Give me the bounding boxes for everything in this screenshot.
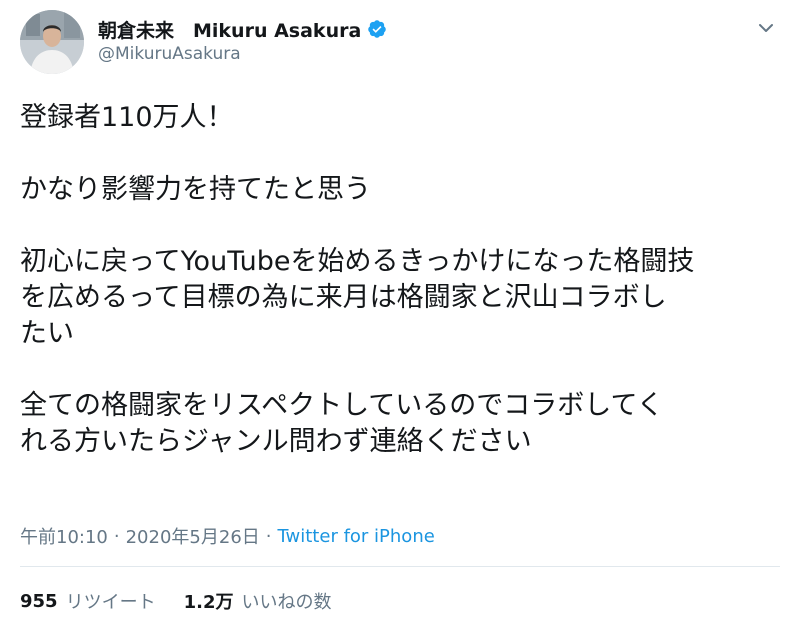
tweet-date[interactable]: 2020年5月26日	[126, 523, 260, 549]
likes-count: 1.2万	[183, 592, 234, 613]
tweet-stats: 955 リツイート 1.2万 いいねの数	[20, 588, 359, 614]
tweet-line: たい	[20, 318, 74, 349]
tweet-time[interactable]: 午前10:10	[20, 523, 108, 549]
tweet-line: を広めるって目標の為に来月は格闘家と沢山コラボし	[20, 282, 667, 313]
verified-badge-icon	[367, 19, 387, 39]
tweet-line: れる方いたらジャンル問わず連絡ください	[20, 426, 532, 457]
user-handle[interactable]: @MikuruAsakura	[98, 44, 387, 64]
tweet-line: 全ての格闘家をリスペクトしているのでコラボしてく	[20, 390, 664, 421]
tweet-text: 登録者110万人！ かなり影響力を持てたと思う 初心に戻ってYouTubeを始め…	[20, 100, 790, 460]
likes-stat[interactable]: 1.2万 いいねの数	[184, 588, 332, 614]
retweets-stat[interactable]: 955 リツイート	[20, 588, 156, 614]
meta-separator: ·	[265, 525, 272, 547]
name-row: 朝倉未来 Mikuru Asakura	[98, 16, 387, 42]
retweets-count: 955	[20, 590, 58, 612]
meta-separator: ·	[113, 525, 120, 547]
line-break	[20, 208, 790, 244]
likes-label: いいねの数	[241, 592, 332, 613]
tweet-line: 初心に戻ってYouTubeを始めるきっかけになった格闘技	[20, 246, 695, 277]
tweet-line: 登録者110万人！	[20, 102, 234, 133]
avatar[interactable]	[20, 10, 84, 74]
line-break	[20, 352, 790, 388]
tweet-line: かなり影響力を持てたと思う	[20, 174, 371, 205]
divider	[20, 566, 780, 567]
tweet-meta: 午前10:10 · 2020年5月26日 · Twitter for iPhon…	[20, 523, 435, 549]
tweet-header: 朝倉未来 Mikuru Asakura @MikuruAsakura	[20, 10, 780, 76]
profile-photo-icon	[20, 10, 84, 74]
display-name[interactable]: 朝倉未来 Mikuru Asakura	[98, 16, 361, 43]
retweets-label: リツイート	[65, 592, 156, 613]
chevron-down-icon[interactable]	[754, 16, 778, 40]
user-names: 朝倉未来 Mikuru Asakura @MikuruAsakura	[98, 16, 387, 64]
line-break	[20, 136, 790, 172]
tweet-source-link[interactable]: Twitter for iPhone	[278, 526, 435, 547]
